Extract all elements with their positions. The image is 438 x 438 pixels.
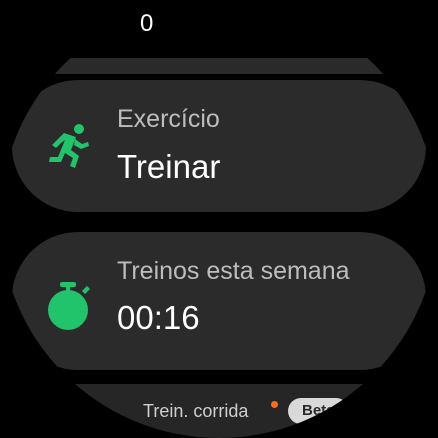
watch-screen: 0 Exercício Treinar Treinos esta semana …: [0, 0, 438, 438]
weekly-workouts-card[interactable]: Treinos esta semana 00:16: [12, 232, 426, 370]
stopwatch-icon: [42, 280, 94, 332]
run-training-label: Trein. corrida: [143, 401, 249, 421]
previous-card-edge[interactable]: [0, 58, 438, 74]
top-value: 0: [140, 10, 154, 37]
running-person-icon: [42, 120, 94, 172]
weekly-workouts-value: 00:16: [117, 299, 200, 336]
exercise-value: Treinar: [117, 148, 221, 185]
weekly-workouts-title: Treinos esta semana: [117, 257, 350, 285]
notification-dot: [271, 401, 278, 408]
beta-badge: Beta: [288, 398, 349, 424]
exercise-card[interactable]: Exercício Treinar: [12, 80, 426, 212]
exercise-title: Exercício: [117, 105, 220, 133]
